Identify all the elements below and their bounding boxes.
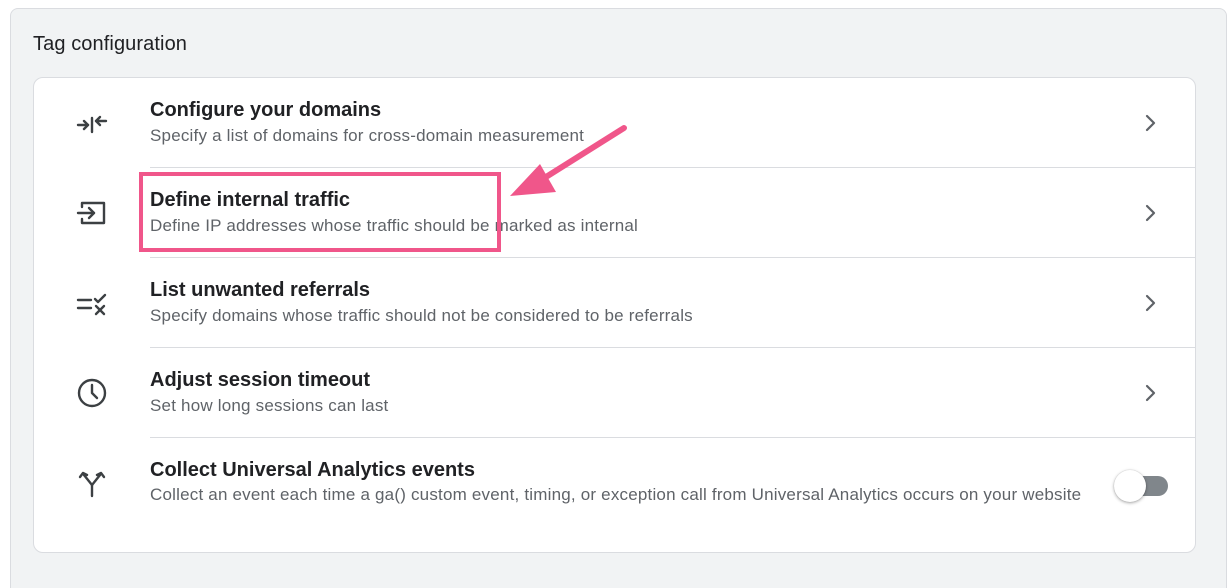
row-title: Define internal traffic (150, 189, 351, 211)
tag-configuration-panel: Tag configuration Configure your domains… (10, 8, 1227, 588)
toggle-thumb (1114, 470, 1146, 502)
row-title: List unwanted referrals (150, 279, 371, 301)
list-check-x-icon (74, 285, 110, 321)
row-list-unwanted-referrals[interactable]: List unwanted referrals Specify domains … (34, 258, 1195, 348)
row-collect-ua-events: Collect Universal Analytics events Colle… (34, 438, 1195, 552)
row-define-internal-traffic[interactable]: Define internal traffic Define IP addres… (34, 168, 1195, 258)
row-description: Specify a list of domains for cross-doma… (150, 126, 585, 145)
compress-arrows-icon (74, 105, 110, 141)
row-description: Set how long sessions can last (150, 396, 389, 415)
clock-icon (74, 375, 110, 411)
row-title: Adjust session timeout (150, 369, 371, 391)
row-configure-domains[interactable]: Configure your domains Specify a list of… (34, 78, 1195, 168)
row-description: Specify domains whose traffic should not… (150, 306, 693, 325)
chevron-right-icon (1138, 291, 1162, 315)
row-adjust-session-timeout[interactable]: Adjust session timeout Set how long sess… (34, 348, 1195, 438)
chevron-right-icon (1138, 381, 1162, 405)
merge-arrows-icon (74, 465, 110, 501)
settings-card: Configure your domains Specify a list of… (33, 77, 1196, 553)
input-arrow-icon (74, 195, 110, 231)
row-description: Define IP addresses whose traffic should… (150, 216, 639, 235)
chevron-right-icon (1138, 111, 1162, 135)
panel-title: Tag configuration (33, 33, 188, 55)
collect-ua-events-toggle[interactable] (1114, 470, 1172, 502)
row-description: Collect an event each time a ga() custom… (150, 485, 1082, 504)
row-title: Configure your domains (150, 99, 382, 121)
chevron-right-icon (1138, 201, 1162, 225)
row-title: Collect Universal Analytics events (150, 459, 475, 481)
